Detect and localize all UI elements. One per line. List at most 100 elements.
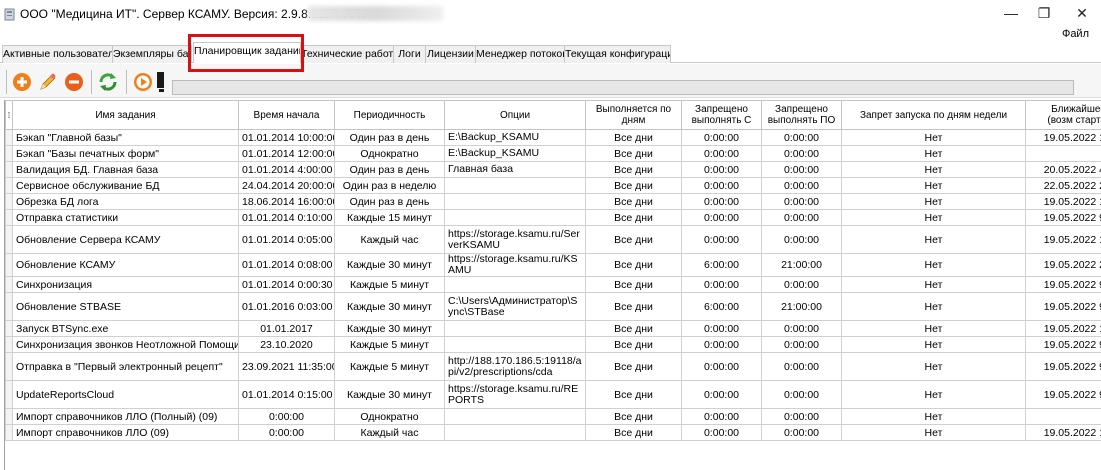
cell-ban-to[interactable]: 0:00:00 — [761, 193, 842, 210]
tab-maintenance[interactable]: Технические работы — [300, 45, 394, 63]
cell-periodicity[interactable]: Один раз в день — [334, 193, 445, 210]
cell-periodicity[interactable]: Однократно — [334, 408, 445, 425]
cell-ban-to[interactable]: 0:00:00 — [761, 408, 842, 425]
column-header-next-start[interactable]: Ближайшее (возм старта — [1025, 100, 1101, 130]
column-header-name[interactable]: Имя задания — [12, 100, 239, 130]
cell-options[interactable] — [444, 209, 586, 226]
cell-ban-from[interactable]: 0:00:00 — [681, 424, 762, 441]
cell-weekday-ban[interactable]: Нет — [841, 129, 1026, 146]
row-indicator[interactable] — [5, 161, 13, 178]
cell-days[interactable]: Все дни — [585, 320, 682, 337]
cell-start-time[interactable]: 01.01.2014 0:05:00 — [238, 225, 335, 254]
cell-start-time[interactable]: 01.01.2017 — [238, 320, 335, 337]
cell-ban-from[interactable]: 0:00:00 — [681, 129, 762, 146]
table-row[interactable]: Отправка в "Первый электронный рецепт" 23… — [5, 352, 1101, 381]
cell-periodicity[interactable]: Каждые 30 минут — [334, 253, 445, 277]
cell-options[interactable] — [444, 320, 586, 337]
cell-options[interactable]: https://storage.ksamu.ru/ServerKSAMU — [444, 225, 586, 254]
cell-days[interactable]: Все дни — [585, 177, 682, 194]
cell-start-time[interactable]: 01.01.2014 0:15:00 — [238, 380, 335, 409]
cell-task-name[interactable]: Импорт справочников ЛЛО (Полный) (09) — [12, 408, 239, 425]
table-row[interactable]: Отправка статистики 01.01.2014 0:10:00 Каж… — [5, 209, 1101, 226]
cell-weekday-ban[interactable]: Нет — [841, 177, 1026, 194]
run-task-button[interactable] — [132, 71, 154, 93]
row-indicator[interactable] — [5, 193, 13, 210]
cell-next-start[interactable]: 19.05.2022 9 — [1025, 380, 1101, 409]
table-row[interactable]: Обрезка БД лога 18.06.2014 16:00:00 Один р… — [5, 193, 1101, 210]
cell-task-name[interactable]: Обновление КСАМУ — [12, 253, 239, 277]
cell-days[interactable]: Все дни — [585, 276, 682, 293]
cell-days[interactable]: Все дни — [585, 193, 682, 210]
cell-weekday-ban[interactable]: Нет — [841, 225, 1026, 254]
cell-options[interactable]: https://storage.ksamu.ru/REPORTS — [444, 380, 586, 409]
cell-task-name[interactable]: Импорт справочников ЛЛО (09) — [12, 424, 239, 441]
cell-task-name[interactable]: Сервисное обслуживание БД — [12, 177, 239, 194]
cell-task-name[interactable]: Обновление Сервера КСАМУ — [12, 225, 239, 254]
cell-periodicity[interactable]: Каждые 5 минут — [334, 336, 445, 353]
cell-options[interactable]: https://storage.ksamu.ru/KSAMU — [444, 253, 586, 277]
table-row[interactable]: Сервисное обслуживание БД 24.04.2014 20:0… — [5, 177, 1101, 194]
cell-days[interactable]: Все дни — [585, 145, 682, 162]
cell-days[interactable]: Все дни — [585, 161, 682, 178]
cell-ban-from[interactable]: 0:00:00 — [681, 408, 762, 425]
cell-periodicity[interactable]: Каждый час — [334, 225, 445, 254]
cell-start-time[interactable]: 23.10.2020 — [238, 336, 335, 353]
cell-days[interactable]: Все дни — [585, 336, 682, 353]
cell-next-start[interactable] — [1025, 408, 1101, 425]
column-header-start[interactable]: Время начала — [238, 100, 335, 130]
table-row[interactable]: Запуск BTSync.exe 01.01.2017 Каждые 30 мин… — [5, 320, 1101, 337]
cell-start-time[interactable]: 01.01.2014 0:00:30 — [238, 276, 335, 293]
cell-periodicity[interactable]: Один раз в неделю — [334, 177, 445, 194]
table-row[interactable]: Импорт справочников ЛЛО (09) 0:00:00 Кажды… — [5, 424, 1101, 441]
close-button[interactable]: ✕ — [1063, 0, 1101, 26]
row-indicator[interactable] — [5, 380, 13, 409]
row-indicator[interactable] — [5, 424, 13, 441]
cell-ban-to[interactable]: 21:00:00 — [761, 253, 842, 277]
cell-options[interactable] — [444, 408, 586, 425]
cell-days[interactable]: Все дни — [585, 380, 682, 409]
cell-next-start[interactable]: 19.05.2022 1 — [1025, 225, 1101, 254]
row-indicator[interactable] — [5, 292, 13, 321]
delete-task-button[interactable] — [63, 71, 85, 93]
menu-file[interactable]: Файл — [1062, 28, 1089, 40]
cell-start-time[interactable]: 23.09.2021 11:35:00 — [238, 352, 335, 381]
cell-ban-to[interactable]: 0:00:00 — [761, 320, 842, 337]
edit-task-button[interactable] — [37, 71, 59, 93]
cell-next-start[interactable]: 22.05.2022 2 — [1025, 177, 1101, 194]
maximize-button[interactable]: ❐ — [1025, 0, 1063, 26]
cell-ban-to[interactable]: 0:00:00 — [761, 380, 842, 409]
cell-start-time[interactable]: 18.06.2014 16:00:00 — [238, 193, 335, 210]
cell-weekday-ban[interactable]: Нет — [841, 292, 1026, 321]
cell-options[interactable]: C:\Users\Администратор\Sync\STBase — [444, 292, 586, 321]
cell-options[interactable]: Главная база — [444, 161, 586, 178]
cell-ban-from[interactable]: 0:00:00 — [681, 380, 762, 409]
tab-current-config[interactable]: Текущая конфигурация — [564, 45, 671, 63]
column-header-ban-to[interactable]: Запрещено выполнять ПО — [761, 100, 842, 130]
column-header-weekday-ban[interactable]: Запрет запуска по дням недели — [841, 100, 1026, 130]
cell-ban-to[interactable]: 0:00:00 — [761, 177, 842, 194]
column-header-period[interactable]: Периодичность — [334, 100, 445, 130]
row-indicator[interactable] — [5, 408, 13, 425]
refresh-button[interactable] — [97, 71, 119, 93]
cell-options[interactable] — [444, 276, 586, 293]
row-indicator[interactable] — [5, 129, 13, 146]
cell-periodicity[interactable]: Каждые 5 минут — [334, 276, 445, 293]
cell-next-start[interactable]: 19.05.2022 9 — [1025, 292, 1101, 321]
table-row[interactable]: Синхронизация звонков Неотложной Помощи … — [5, 336, 1101, 353]
cell-next-start[interactable]: 19.05.2022 2 — [1025, 253, 1101, 277]
cell-task-name[interactable]: Отправка статистики — [12, 209, 239, 226]
row-indicator[interactable] — [5, 320, 13, 337]
table-row[interactable]: Валидация БД. Главная база 01.01.2014 4:0… — [5, 161, 1101, 178]
cell-next-start[interactable]: 19.05.2022 9 — [1025, 336, 1101, 353]
row-indicator[interactable] — [5, 276, 13, 293]
cell-weekday-ban[interactable]: Нет — [841, 145, 1026, 162]
cell-days[interactable]: Все дни — [585, 424, 682, 441]
cell-start-time[interactable]: 24.04.2014 20:00:00 — [238, 177, 335, 194]
cell-ban-to[interactable]: 0:00:00 — [761, 352, 842, 381]
cell-periodicity[interactable]: Каждые 30 минут — [334, 380, 445, 409]
cell-periodicity[interactable]: Каждые 30 минут — [334, 292, 445, 321]
column-header-options[interactable]: Опции — [444, 100, 586, 130]
cell-ban-to[interactable]: 0:00:00 — [761, 336, 842, 353]
table-row[interactable]: Обновление КСАМУ 01.01.2014 0:08:00 Каждые… — [5, 253, 1101, 277]
cell-ban-from[interactable]: 0:00:00 — [681, 336, 762, 353]
